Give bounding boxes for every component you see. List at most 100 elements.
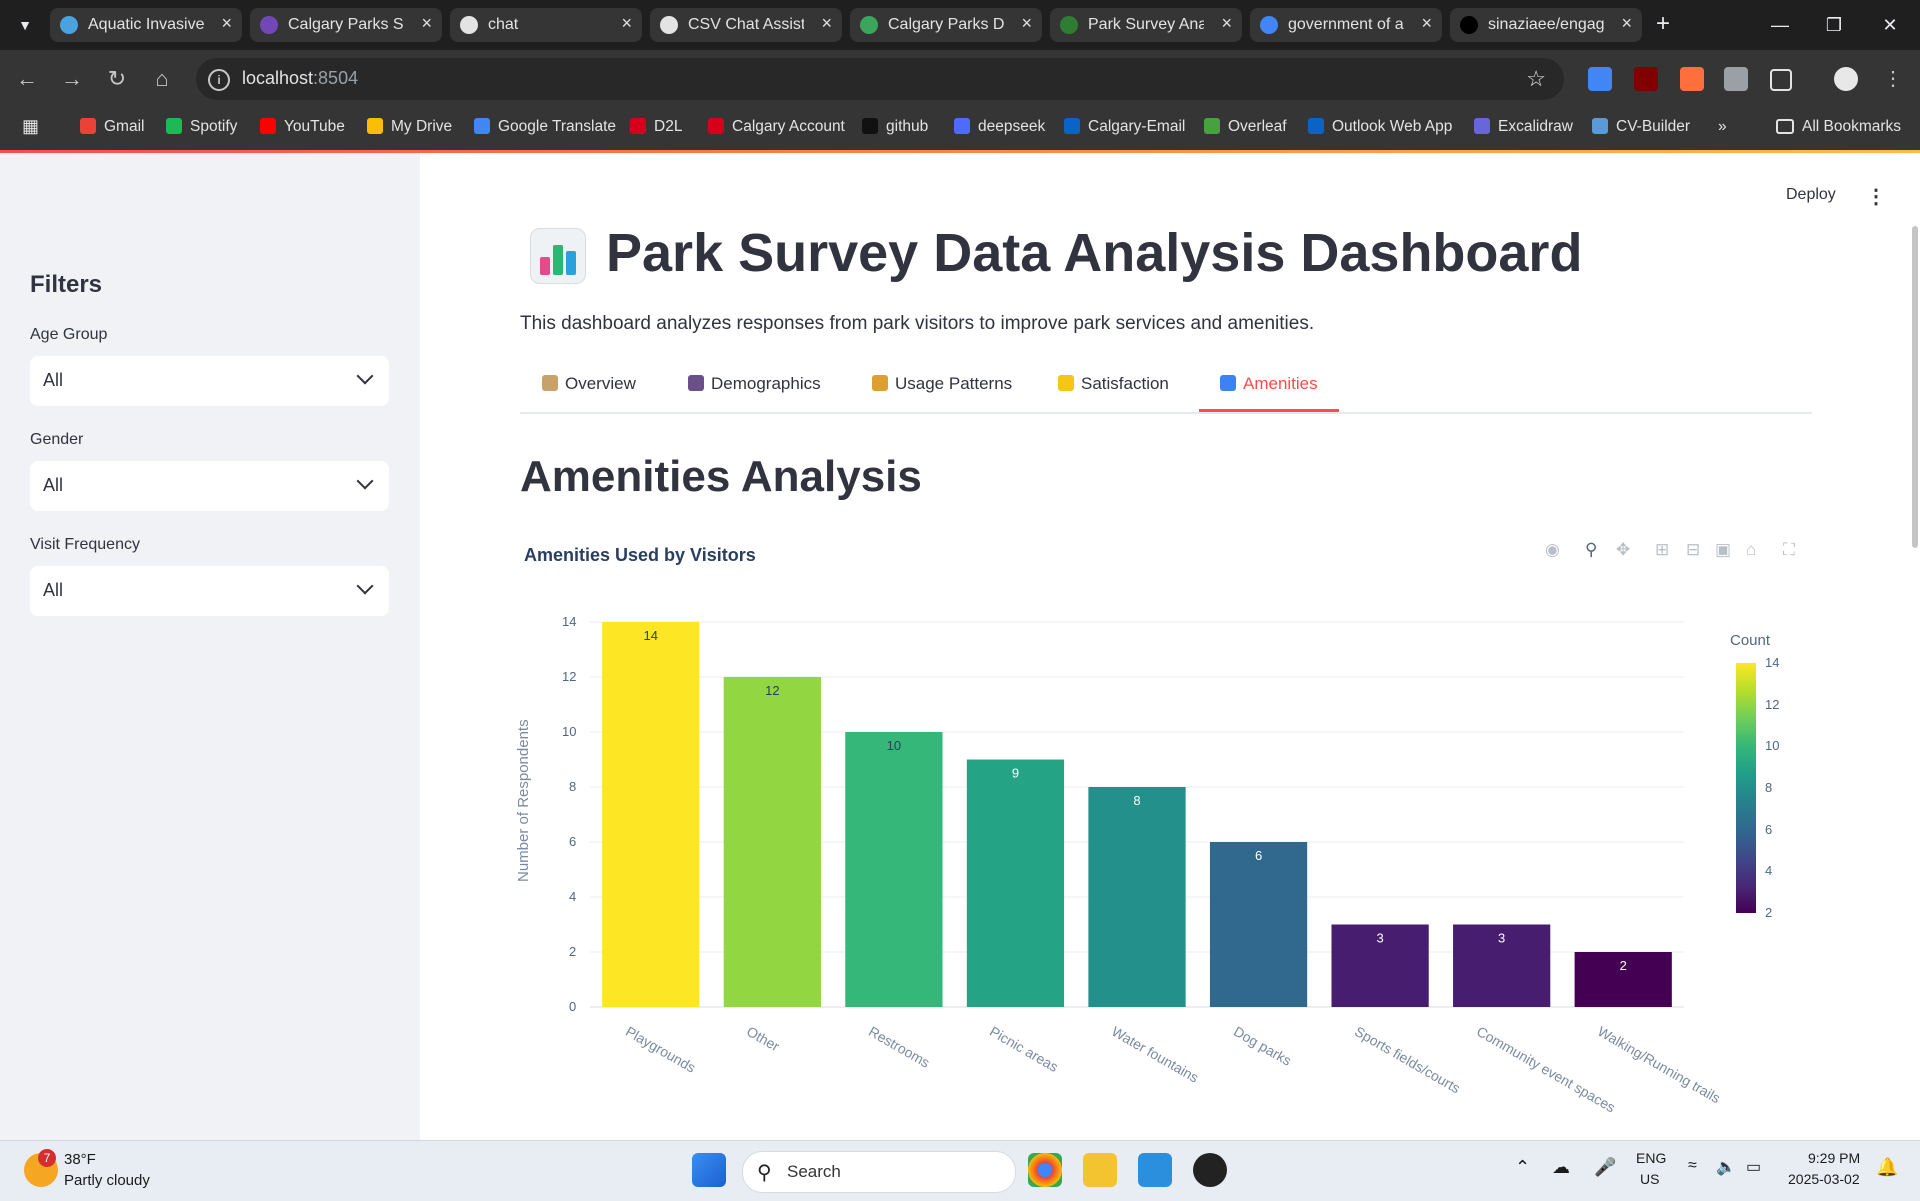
tab-demographics[interactable]: Demographics <box>688 374 821 394</box>
more-bookmarks-chevron-icon[interactable]: » <box>1718 118 1727 136</box>
minimize-button[interactable]: — <box>1760 10 1800 40</box>
bookmark-overleaf[interactable]: Overleaf <box>1204 118 1287 136</box>
forward-button[interactable]: → <box>57 64 87 94</box>
camera-icon[interactable]: ◉ <box>1545 540 1560 560</box>
apps-grid-icon[interactable]: ▦ <box>22 116 39 137</box>
google-icon <box>1260 16 1278 34</box>
browser-tab[interactable]: Calgary Parks Da × <box>850 8 1042 42</box>
browser-tab[interactable]: CSV Chat Assista × <box>650 8 842 42</box>
y-tick-label: 8 <box>569 779 577 794</box>
start-button[interactable] <box>692 1153 726 1187</box>
battery-icon[interactable]: ▭ <box>1746 1157 1761 1177</box>
taskbar-search[interactable]: ⚲ Search <box>742 1151 1016 1193</box>
bookmark-calgary-email[interactable]: Calgary-Email <box>1064 118 1185 136</box>
clock-date[interactable]: 2025-03-02 <box>1788 1171 1860 1187</box>
browser-tab[interactable]: chat × <box>450 8 642 42</box>
close-tab-icon[interactable]: × <box>1421 13 1432 34</box>
browser-tab[interactable]: Calgary Parks Su × <box>250 8 442 42</box>
zoom-icon[interactable]: ⚲ <box>1585 540 1597 560</box>
bookmark-my-drive[interactable]: My Drive <box>367 118 452 136</box>
magnifier-icon <box>1220 375 1236 391</box>
tab-overview[interactable]: Overview <box>542 374 636 394</box>
bookmark-deepseek[interactable]: deepseek <box>954 118 1045 136</box>
browser-tab[interactable]: Aquatic Invasive × <box>50 8 242 42</box>
deploy-button[interactable]: Deploy <box>1786 186 1836 204</box>
bookmark-spotify[interactable]: Spotify <box>166 118 237 136</box>
microphone-icon[interactable]: 🎤 <box>1594 1157 1616 1178</box>
fullscreen-icon[interactable]: ⛶ <box>1783 540 1795 560</box>
profile-avatar[interactable] <box>1834 67 1858 91</box>
close-tab-icon[interactable]: × <box>1021 13 1032 34</box>
chrome-taskbar-icon[interactable] <box>1028 1153 1062 1187</box>
close-window-button[interactable]: ✕ <box>1870 10 1910 40</box>
bar-chart-icon <box>530 228 586 284</box>
url-text: localhost:8504 <box>242 68 359 88</box>
bookmark-google-translate[interactable]: Google Translate <box>474 118 616 136</box>
vscode-icon[interactable] <box>1138 1153 1172 1187</box>
all-bookmarks[interactable]: All Bookmarks <box>1776 118 1901 136</box>
google-translate-extension-icon[interactable] <box>1588 67 1612 91</box>
home-button[interactable]: ⌂ <box>147 64 177 94</box>
site-info-icon[interactable]: i <box>208 69 230 91</box>
bookmark-d2l[interactable]: D2L <box>630 118 682 136</box>
restore-button[interactable]: ❐ <box>1814 10 1854 40</box>
age-group-select[interactable]: All <box>30 356 389 406</box>
app-menu-icon[interactable]: ⋮ <box>1866 184 1886 209</box>
bookmark-calgary-account[interactable]: Calgary Account <box>708 118 845 136</box>
chrome-menu-icon[interactable]: ⋮ <box>1878 64 1908 94</box>
tab-usage-patterns[interactable]: Usage Patterns <box>872 374 1012 394</box>
bookmark-youtube[interactable]: YouTube <box>260 118 345 136</box>
pan-icon[interactable]: ✥ <box>1616 540 1630 560</box>
new-tab-button[interactable]: + <box>1650 12 1676 38</box>
visit-frequency-select[interactable]: All <box>30 566 389 616</box>
bookmark-outlook-web-app[interactable]: Outlook Web App <box>1308 118 1452 136</box>
tab-amenities[interactable]: Amenities <box>1220 374 1318 394</box>
tab-satisfaction[interactable]: Satisfaction <box>1058 374 1169 394</box>
onedrive-icon[interactable]: ☁ <box>1552 1157 1570 1178</box>
colorbar-title: Count <box>1730 632 1771 649</box>
bookmark-star-icon[interactable]: ☆ <box>1526 66 1546 92</box>
notifications-bell-icon[interactable]: 🔔 <box>1876 1157 1898 1178</box>
browser-tab[interactable]: sinaziaee/engag × <box>1450 8 1642 42</box>
gender-select[interactable]: All <box>30 461 389 511</box>
chatgpt-icon[interactable] <box>1193 1153 1227 1187</box>
bookmark-excalidraw[interactable]: Excalidraw <box>1474 118 1573 136</box>
close-tab-icon[interactable]: × <box>1221 13 1232 34</box>
file-explorer-icon[interactable] <box>1083 1153 1117 1187</box>
close-tab-icon[interactable]: × <box>421 13 432 34</box>
main-content <box>420 153 1920 1140</box>
close-tab-icon[interactable]: × <box>621 13 632 34</box>
clock-time[interactable]: 9:29 PM <box>1808 1150 1860 1166</box>
language-top[interactable]: ENG <box>1636 1150 1666 1166</box>
extensions-puzzle-icon[interactable] <box>1770 69 1792 91</box>
zoom-in-icon[interactable]: ⊞ <box>1655 540 1669 560</box>
close-tab-icon[interactable]: × <box>821 13 832 34</box>
bookmark-cv-builder[interactable]: CV-Builder <box>1592 118 1690 136</box>
tab-search-chevron-icon[interactable]: ▼ <box>12 12 38 38</box>
reload-button[interactable]: ↻ <box>102 64 132 94</box>
ublock-extension-icon[interactable] <box>1634 67 1658 91</box>
drive-icon <box>367 118 383 134</box>
outlook-icon <box>1064 118 1080 134</box>
reset-axes-home-icon[interactable]: ⌂ <box>1746 540 1756 560</box>
address-bar[interactable]: i localhost:8504 ☆ <box>196 58 1564 100</box>
scrollbar[interactable] <box>1912 226 1918 548</box>
close-tab-icon[interactable]: × <box>221 13 232 34</box>
bookmark-github[interactable]: github <box>862 118 928 136</box>
close-tab-icon[interactable]: × <box>1621 13 1632 34</box>
bookmark-gmail[interactable]: Gmail <box>80 118 144 136</box>
deepseek-icon <box>954 118 970 134</box>
browser-tab[interactable]: Park Survey Anal × <box>1050 8 1242 42</box>
visit-frequency-label: Visit Frequency <box>30 536 140 553</box>
back-button[interactable]: ← <box>12 64 42 94</box>
chevron-up-icon[interactable]: ⌃ <box>1515 1157 1530 1178</box>
volume-icon[interactable]: 🔈 <box>1716 1157 1736 1177</box>
extension-icon[interactable] <box>1724 67 1748 91</box>
ucalgary-icon <box>708 118 724 134</box>
autoscale-icon[interactable]: ▣ <box>1715 540 1731 560</box>
browser-tab[interactable]: government of a × <box>1250 8 1442 42</box>
extension-icon[interactable] <box>1680 67 1704 91</box>
wifi-icon[interactable]: ≈ <box>1688 1157 1697 1175</box>
zoom-out-icon[interactable]: ⊟ <box>1686 540 1700 560</box>
language-bottom[interactable]: US <box>1640 1171 1659 1187</box>
